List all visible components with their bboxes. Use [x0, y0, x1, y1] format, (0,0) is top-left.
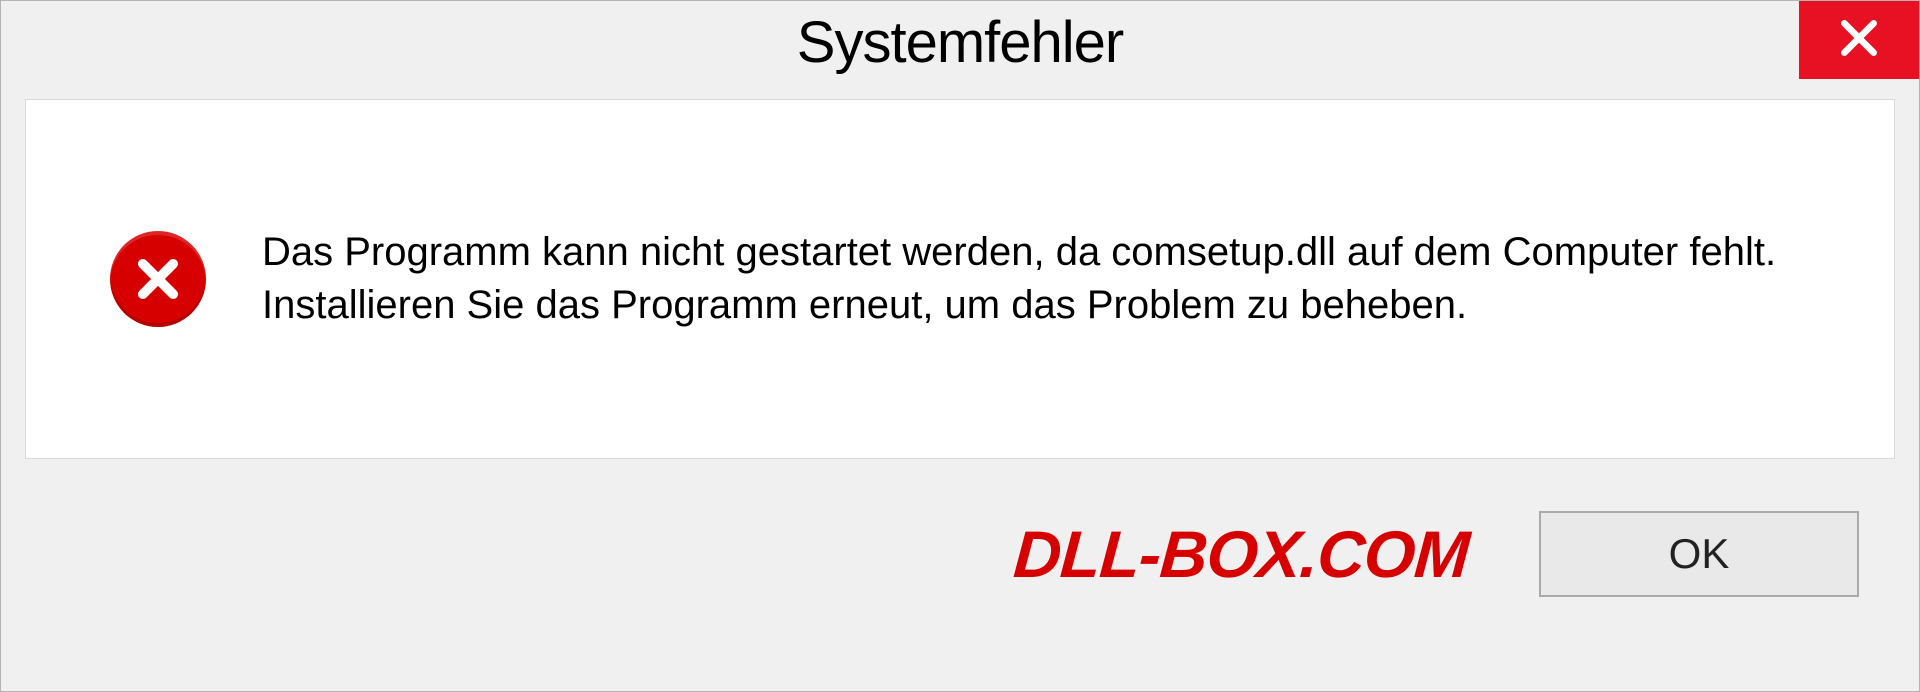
error-icon — [110, 231, 206, 327]
error-dialog: Systemfehler Das Programm kann nicht ges… — [0, 0, 1920, 692]
dialog-footer: DLL-BOX.COM OK — [1, 459, 1919, 649]
titlebar: Systemfehler — [1, 1, 1919, 99]
message-panel: Das Programm kann nicht gestartet werden… — [25, 99, 1895, 459]
error-message: Das Programm kann nicht gestartet werden… — [262, 226, 1812, 332]
ok-button[interactable]: OK — [1539, 511, 1859, 597]
close-icon — [1837, 16, 1881, 65]
dialog-title: Systemfehler — [797, 9, 1123, 76]
watermark-text: DLL-BOX.COM — [1012, 516, 1472, 592]
close-button[interactable] — [1799, 1, 1919, 79]
error-icon-container — [110, 231, 206, 327]
